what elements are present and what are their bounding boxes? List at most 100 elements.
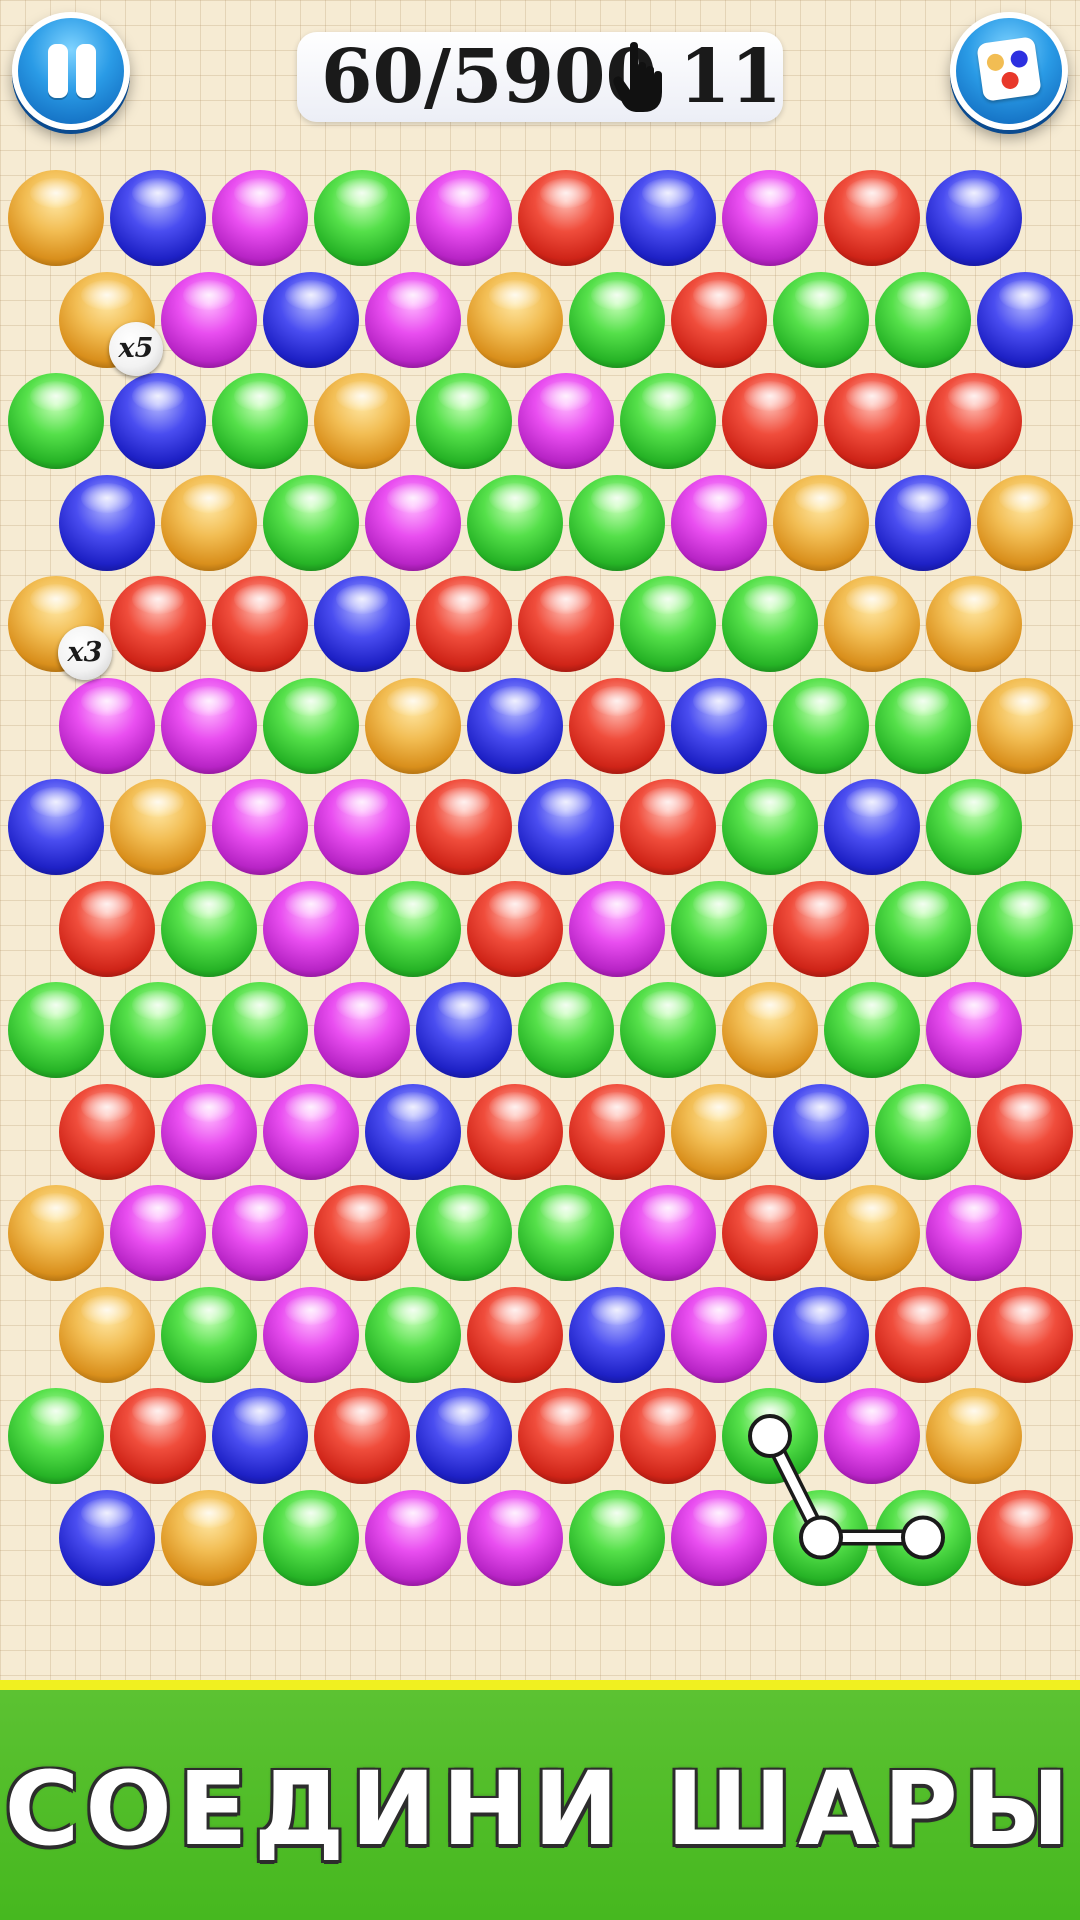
pause-button[interactable] — [12, 12, 130, 130]
ball-magenta[interactable] — [314, 982, 410, 1078]
ball-blue[interactable] — [671, 677, 767, 774]
ball-blue[interactable] — [926, 170, 1022, 266]
ball-orange[interactable] — [365, 677, 461, 774]
ball-green[interactable] — [875, 677, 971, 774]
ball-red[interactable] — [569, 677, 665, 774]
ball-magenta[interactable] — [314, 779, 410, 875]
ball-red[interactable] — [875, 1286, 971, 1383]
ball-red[interactable] — [416, 576, 512, 672]
ball-green[interactable] — [773, 271, 869, 368]
ball-red[interactable] — [518, 170, 614, 266]
ball-red[interactable] — [212, 576, 308, 672]
ball-red[interactable] — [59, 880, 155, 977]
ball-red[interactable] — [467, 880, 563, 977]
ball-magenta[interactable] — [365, 474, 461, 571]
ball-blue[interactable] — [773, 1083, 869, 1180]
ball-orange[interactable] — [722, 982, 818, 1078]
ball-red[interactable] — [722, 1185, 818, 1281]
ball-red[interactable] — [773, 880, 869, 977]
ball-orange[interactable] — [8, 170, 104, 266]
ball-magenta[interactable] — [671, 474, 767, 571]
ball-orange[interactable] — [977, 677, 1073, 774]
ball-magenta[interactable] — [161, 1083, 257, 1180]
ball-orange[interactable] — [671, 1083, 767, 1180]
ball-magenta[interactable] — [161, 677, 257, 774]
ball-magenta[interactable] — [671, 1489, 767, 1586]
ball-red[interactable] — [824, 170, 920, 266]
ball-magenta[interactable] — [110, 1185, 206, 1281]
ball-magenta[interactable] — [722, 170, 818, 266]
ball-red[interactable] — [977, 1083, 1073, 1180]
ball-green[interactable] — [518, 982, 614, 1078]
ball-green[interactable] — [620, 373, 716, 469]
ball-green[interactable] — [416, 373, 512, 469]
ball-green[interactable] — [8, 373, 104, 469]
ball-green[interactable] — [110, 982, 206, 1078]
ball-blue[interactable] — [110, 170, 206, 266]
ball-red[interactable] — [518, 576, 614, 672]
ball-magenta[interactable] — [365, 271, 461, 368]
ball-magenta[interactable] — [518, 373, 614, 469]
ball-orange[interactable] — [161, 474, 257, 571]
ball-red[interactable] — [977, 1286, 1073, 1383]
ball-magenta[interactable] — [467, 1489, 563, 1586]
ball-green[interactable] — [722, 779, 818, 875]
ball-green[interactable] — [569, 271, 665, 368]
ball-green[interactable] — [314, 170, 410, 266]
ball-red[interactable] — [110, 1388, 206, 1484]
ball-green[interactable] — [773, 677, 869, 774]
ball-orange[interactable] — [977, 474, 1073, 571]
ball-magenta[interactable] — [365, 1489, 461, 1586]
ball-red[interactable] — [620, 779, 716, 875]
ball-orange[interactable] — [59, 1286, 155, 1383]
ball-red[interactable] — [926, 373, 1022, 469]
ball-red[interactable] — [671, 271, 767, 368]
ball-magenta[interactable] — [263, 1083, 359, 1180]
ball-blue[interactable] — [110, 373, 206, 469]
ball-red[interactable] — [620, 1388, 716, 1484]
ball-magenta[interactable] — [263, 1286, 359, 1383]
ball-blue[interactable] — [518, 779, 614, 875]
ball-magenta[interactable] — [161, 271, 257, 368]
ball-green[interactable] — [467, 474, 563, 571]
ball-red[interactable] — [569, 1083, 665, 1180]
ball-magenta[interactable] — [263, 880, 359, 977]
ball-blue[interactable] — [59, 1489, 155, 1586]
ball-green[interactable] — [365, 1286, 461, 1383]
ball-red[interactable] — [416, 779, 512, 875]
ball-orange[interactable] — [314, 373, 410, 469]
ball-red[interactable] — [59, 1083, 155, 1180]
ball-blue[interactable] — [212, 1388, 308, 1484]
ball-magenta[interactable] — [926, 1185, 1022, 1281]
ball-green[interactable] — [8, 982, 104, 1078]
ball-magenta[interactable] — [212, 1185, 308, 1281]
ball-green[interactable] — [416, 1185, 512, 1281]
ball-blue[interactable] — [416, 1388, 512, 1484]
ball-blue[interactable] — [314, 576, 410, 672]
ball-orange[interactable] — [926, 576, 1022, 672]
ball-blue[interactable] — [773, 1286, 869, 1383]
ball-blue[interactable] — [8, 779, 104, 875]
ball-blue[interactable] — [416, 982, 512, 1078]
ball-blue[interactable] — [824, 779, 920, 875]
ball-green[interactable] — [671, 880, 767, 977]
ball-orange[interactable] — [824, 576, 920, 672]
ball-green[interactable] — [263, 1489, 359, 1586]
ball-red[interactable] — [110, 576, 206, 672]
ball-green[interactable] — [875, 1489, 971, 1586]
ball-red[interactable] — [977, 1489, 1073, 1586]
ball-green[interactable] — [926, 779, 1022, 875]
ball-green[interactable] — [824, 982, 920, 1078]
ball-green[interactable] — [161, 1286, 257, 1383]
ball-green[interactable] — [263, 677, 359, 774]
ball-blue[interactable] — [569, 1286, 665, 1383]
ball-orange[interactable] — [824, 1185, 920, 1281]
ball-magenta[interactable] — [926, 982, 1022, 1078]
ball-red[interactable] — [518, 1388, 614, 1484]
ball-green[interactable] — [773, 1489, 869, 1586]
ball-red[interactable] — [467, 1083, 563, 1180]
ball-green[interactable] — [212, 373, 308, 469]
ball-orange[interactable] — [773, 474, 869, 571]
ball-orange[interactable] — [926, 1388, 1022, 1484]
ball-green[interactable] — [263, 474, 359, 571]
